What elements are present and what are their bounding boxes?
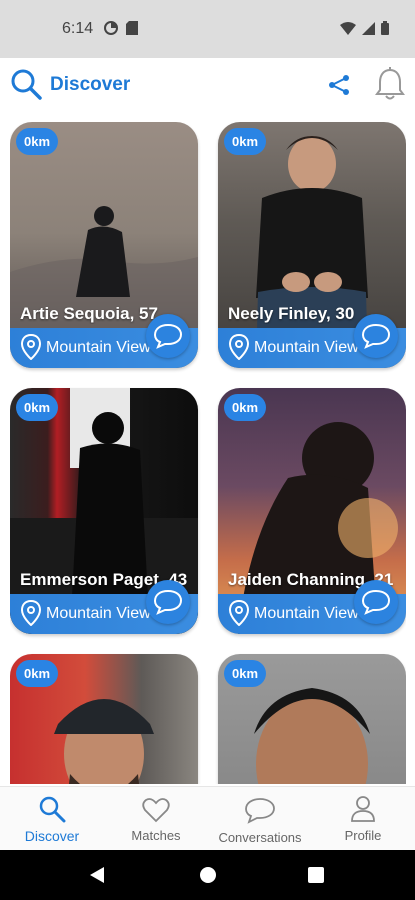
chat-button[interactable]: [146, 314, 190, 358]
location-pin-icon: [228, 334, 250, 360]
chat-bubble-icon: [361, 589, 391, 615]
profile-card[interactable]: 0km Neely Finley, 30 Mountain View: [218, 122, 406, 368]
person-icon: [351, 796, 375, 822]
profile-card[interactable]: 0km: [10, 654, 198, 784]
wifi-icon: [340, 21, 356, 35]
nav-label: Profile: [344, 828, 382, 843]
profile-grid: 0km Artie Sequoia, 57 Mountain View 0km …: [10, 122, 406, 784]
back-icon[interactable]: [88, 865, 106, 885]
page-title: Discover: [50, 74, 131, 95]
home-icon[interactable]: [198, 865, 218, 885]
app-bar: Discover: [0, 58, 415, 114]
share-icon[interactable]: [327, 73, 351, 97]
location-pin-icon: [20, 334, 42, 360]
heart-icon: [142, 798, 170, 823]
status-left-icons: [104, 21, 138, 35]
nav-label: Discover: [24, 828, 80, 844]
signal-icon: [362, 21, 375, 35]
distance-badge: 0km: [224, 394, 267, 421]
distance-badge: 0km: [16, 394, 59, 421]
distance-badge: 0km: [224, 660, 267, 687]
distance-badge: 0km: [224, 128, 267, 155]
bell-icon[interactable]: [375, 66, 405, 102]
chat-bubble-icon: [153, 323, 183, 349]
profile-location: Mountain View: [254, 339, 359, 356]
overview-icon[interactable]: [307, 866, 325, 884]
status-time: 6:14: [62, 20, 94, 37]
distance-badge: 0km: [16, 660, 59, 687]
search-icon[interactable]: [10, 68, 42, 100]
data-saver-icon: [104, 21, 118, 35]
location-pin-icon: [20, 600, 42, 626]
bottom-nav: Discover Matches Conversations Profile: [0, 786, 415, 850]
battery-icon: [381, 21, 389, 35]
chat-button[interactable]: [354, 314, 398, 358]
nav-matches[interactable]: Matches: [120, 787, 192, 851]
distance-badge: 0km: [16, 128, 59, 155]
chat-bubble-icon: [153, 589, 183, 615]
location-pin-icon: [228, 600, 250, 626]
chat-bubble-icon: [245, 798, 275, 824]
nav-discover[interactable]: Discover: [14, 787, 90, 851]
sd-card-icon: [126, 21, 138, 35]
nav-label: Matches: [131, 828, 181, 843]
status-bar: 6:14: [0, 0, 415, 58]
chat-button[interactable]: [354, 580, 398, 624]
profile-card[interactable]: 0km: [218, 654, 406, 784]
profile-card[interactable]: 0km Jaiden Channing, 21 Mountain View: [218, 388, 406, 634]
status-right-icons: [340, 21, 389, 35]
chat-button[interactable]: [146, 580, 190, 624]
profile-location: Mountain View: [46, 339, 151, 356]
system-nav-bar: [0, 850, 415, 900]
nav-label: Conversations: [218, 830, 302, 845]
nav-conversations[interactable]: Conversations: [212, 787, 308, 851]
search-icon: [39, 796, 66, 823]
profile-location: Mountain View: [254, 605, 359, 622]
profile-location: Mountain View: [46, 605, 151, 622]
profile-card[interactable]: 0km Artie Sequoia, 57 Mountain View: [10, 122, 198, 368]
nav-profile[interactable]: Profile: [332, 787, 394, 851]
profile-card[interactable]: 0km Emmerson Paget, 43 Mountain View: [10, 388, 198, 634]
chat-bubble-icon: [361, 323, 391, 349]
